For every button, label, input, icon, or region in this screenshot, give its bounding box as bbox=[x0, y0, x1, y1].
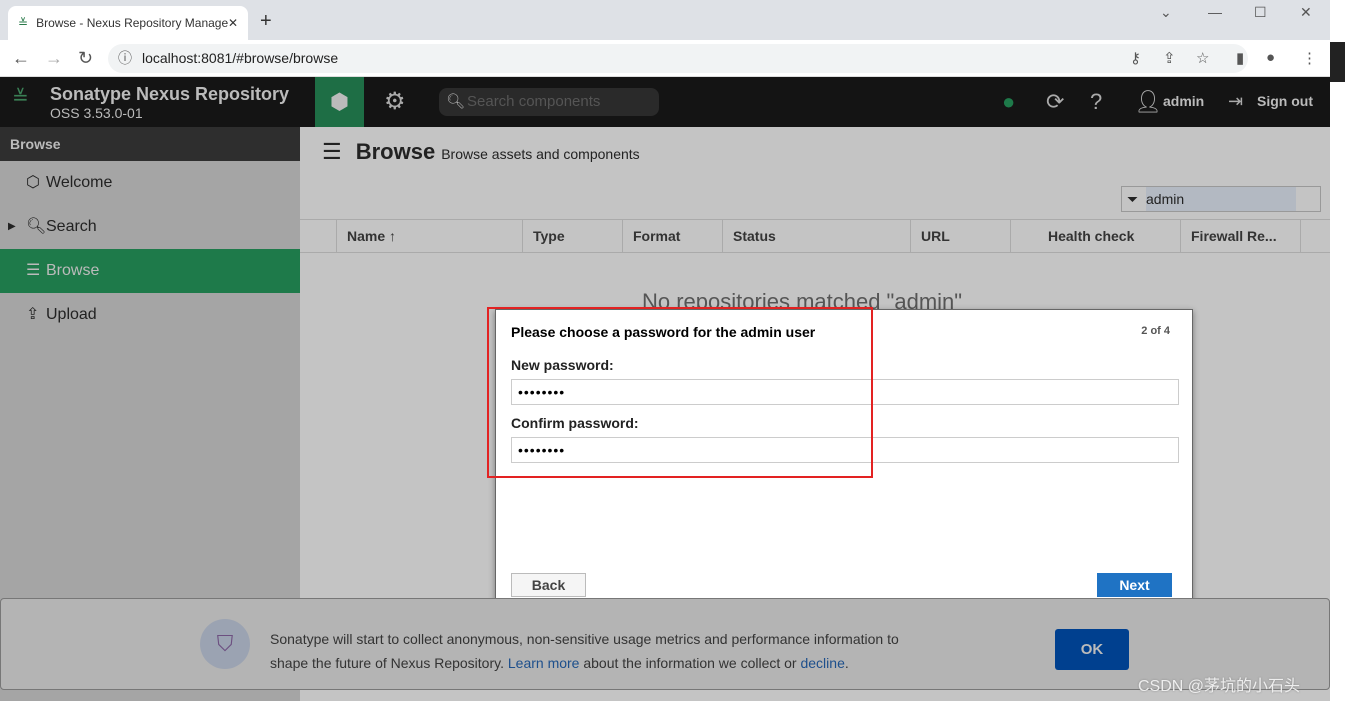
ok-button[interactable]: OK bbox=[1055, 629, 1129, 670]
menu-icon[interactable]: ⋮ bbox=[1302, 49, 1317, 67]
star-icon[interactable]: ☆ bbox=[1196, 49, 1209, 67]
page-title: Browse bbox=[355, 139, 436, 164]
col-name[interactable]: Name ↑ bbox=[336, 220, 522, 252]
minimize-icon[interactable]: — bbox=[1208, 4, 1222, 20]
browser-tab[interactable]: ≚ Browse - Nexus Repository Manager ✕ bbox=[8, 6, 248, 40]
banner-text: Sonatype will start to collect anonymous… bbox=[270, 627, 899, 675]
page-subtitle: Browse assets and components bbox=[441, 146, 640, 162]
col-url[interactable]: URL bbox=[910, 220, 1010, 252]
app-header: ≚ Sonatype Nexus Repository OSS 3.53.0-01… bbox=[0, 77, 1330, 127]
sidebar-title: Browse bbox=[0, 127, 300, 161]
expand-caret-icon[interactable]: ▶ bbox=[8, 205, 16, 249]
brand-name: Sonatype Nexus Repository bbox=[50, 84, 290, 104]
sidebar-item-label: Search bbox=[46, 218, 97, 235]
sonatype-logo-icon: ≚ bbox=[12, 87, 29, 109]
analytics-banner: ⛉ Sonatype will start to collect anonymo… bbox=[0, 598, 1330, 690]
step-indicator: 2 of 4 bbox=[1141, 325, 1170, 337]
sidepanel-icon[interactable]: ▮ bbox=[1236, 49, 1244, 67]
user-icon[interactable]: 👤︎ bbox=[1134, 89, 1162, 115]
search-icon: 🔍︎ bbox=[26, 218, 47, 235]
sidebar-item-search[interactable]: ▶ 🔍︎Search bbox=[0, 205, 300, 249]
close-tab-icon[interactable]: ✕ bbox=[228, 16, 238, 30]
database-icon: ☰ bbox=[26, 262, 41, 279]
sidebar-item-upload[interactable]: ⇪ Upload bbox=[0, 293, 300, 337]
search-components-input[interactable]: 🔍︎ Search components bbox=[439, 88, 659, 116]
decline-link[interactable]: decline bbox=[800, 655, 844, 671]
user-button[interactable]: admin bbox=[1163, 93, 1204, 109]
sidebar-item-label: Welcome bbox=[46, 174, 113, 191]
search-placeholder: Search components bbox=[467, 93, 601, 110]
right-edge bbox=[1330, 0, 1345, 701]
upload-icon: ⇪ bbox=[26, 306, 40, 323]
search-icon: 🔍︎ bbox=[446, 93, 466, 110]
col-firewall[interactable]: Firewall Re... bbox=[1180, 220, 1300, 252]
tab-search-icon[interactable]: ⌄ bbox=[1160, 4, 1172, 21]
sidebar-item-welcome[interactable]: ⬡ Welcome bbox=[0, 161, 300, 205]
maximize-icon[interactable]: ☐ bbox=[1254, 4, 1267, 21]
address-bar: ← → ↻ ⓘ localhost:8081/#browse/browse ⚷ ⇪… bbox=[0, 40, 1330, 77]
col-icon bbox=[300, 220, 336, 252]
help-icon[interactable]: ? bbox=[1090, 89, 1102, 115]
url-text: localhost:8081/#browse/browse bbox=[142, 50, 339, 66]
banner-line-2: shape the future of Nexus Repository. bbox=[270, 655, 508, 671]
filter-input[interactable]: ⏷ admin bbox=[1121, 186, 1321, 212]
col-format[interactable]: Format bbox=[622, 220, 722, 252]
status-ok-icon[interactable]: ● bbox=[1002, 89, 1015, 115]
share-icon[interactable]: ⇪ bbox=[1163, 49, 1176, 67]
repository-grid-header: Name ↑ Type Format Status URL Health che… bbox=[300, 219, 1330, 253]
url-input[interactable]: ⓘ localhost:8081/#browse/browse bbox=[108, 44, 1248, 73]
highlight-annotation bbox=[487, 307, 873, 478]
col-health-check[interactable]: Health check bbox=[1010, 220, 1180, 252]
banner-line-2b: about the information we collect or bbox=[579, 655, 801, 671]
learn-more-link[interactable]: Learn more bbox=[508, 655, 580, 671]
sidebar-item-label: Upload bbox=[46, 306, 97, 323]
hexagon-icon: ⬡ bbox=[26, 174, 40, 191]
info-icon: ⓘ bbox=[118, 50, 132, 66]
filter-icon: ⏷ bbox=[1127, 191, 1139, 207]
watermark: CSDN @茅坑的小石头 bbox=[1138, 678, 1301, 695]
forward-icon[interactable]: → bbox=[45, 48, 63, 69]
signout-icon[interactable]: ⇥ bbox=[1228, 91, 1243, 112]
filter-value: admin bbox=[1146, 187, 1296, 211]
sidebar-item-browse[interactable]: ☰ Browse bbox=[0, 249, 300, 293]
gear-icon[interactable]: ⚙ bbox=[384, 87, 406, 116]
nexus-favicon-icon: ≚ bbox=[18, 16, 29, 30]
back-button[interactable]: Back bbox=[511, 573, 586, 597]
signout-button[interactable]: Sign out bbox=[1257, 93, 1313, 109]
refresh-icon[interactable]: ⟳ bbox=[1046, 89, 1064, 115]
version: OSS 3.53.0-01 bbox=[50, 105, 143, 121]
shield-key-icon: ⛉ bbox=[200, 619, 250, 669]
browse-mode-button[interactable]: ⬢ bbox=[315, 77, 364, 127]
sidebar-item-label: Browse bbox=[46, 262, 100, 279]
col-type[interactable]: Type bbox=[522, 220, 622, 252]
browser-tabbar: ≚ Browse - Nexus Repository Manager ✕ + … bbox=[0, 0, 1330, 40]
back-icon[interactable]: ← bbox=[12, 48, 30, 69]
new-tab-icon[interactable]: + bbox=[260, 10, 272, 33]
database-icon: ☰ bbox=[322, 139, 342, 164]
col-spacer bbox=[1300, 220, 1330, 252]
cube-icon: ⬢ bbox=[329, 89, 350, 114]
col-status[interactable]: Status bbox=[722, 220, 910, 252]
close-window-icon[interactable]: ✕ bbox=[1300, 4, 1312, 21]
reload-icon[interactable]: ↻ bbox=[78, 48, 93, 69]
tab-title: Browse - Nexus Repository Manager bbox=[36, 16, 228, 30]
next-button[interactable]: Next bbox=[1097, 573, 1172, 597]
key-icon[interactable]: ⚷ bbox=[1130, 49, 1141, 67]
profile-icon[interactable]: ● bbox=[1266, 49, 1275, 66]
banner-line-1: Sonatype will start to collect anonymous… bbox=[270, 631, 899, 647]
banner-period: . bbox=[844, 655, 849, 671]
